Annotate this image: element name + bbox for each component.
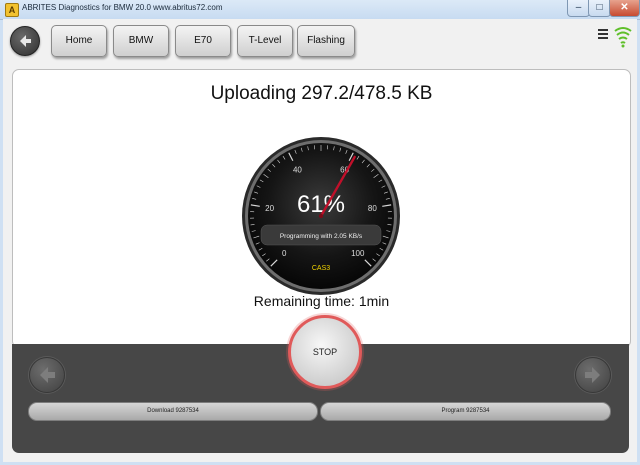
app-logo-icon: A xyxy=(5,3,19,17)
programming-status-text: Programming with 2.05 KB/s xyxy=(280,233,363,240)
nav-bmw-button[interactable]: BMW xyxy=(113,25,169,57)
stop-button[interactable]: STOP xyxy=(288,315,362,389)
arrow-left-icon xyxy=(20,35,31,47)
minimize-button[interactable]: – xyxy=(567,0,590,17)
gauge-tick-label: 40 xyxy=(293,166,302,175)
toolbar: Home BMW E70 T-Level Flashing xyxy=(3,19,637,69)
module-label: CAS3 xyxy=(312,265,330,272)
signal-icon xyxy=(614,27,632,48)
menu-icon[interactable] xyxy=(598,29,608,39)
arrow-right-icon xyxy=(585,367,600,383)
remaining-time-label: Remaining time: 1min xyxy=(253,293,390,309)
nav-flashing-button[interactable]: Flashing xyxy=(297,25,355,57)
back-button[interactable] xyxy=(10,26,40,56)
next-button[interactable] xyxy=(575,357,611,393)
nav-home-button[interactable]: Home xyxy=(51,25,107,57)
maximize-button[interactable]: □ xyxy=(588,0,611,17)
window-titlebar: A ABRITES Diagnostics for BMW 20.0 www.a… xyxy=(0,0,640,20)
gauge-tick-label: 100 xyxy=(351,249,365,258)
gauge-hub xyxy=(318,213,324,219)
nav-tlevel-button[interactable]: T-Level xyxy=(237,25,293,57)
program-button[interactable]: Program 9287534 xyxy=(320,402,611,421)
gauge-tick-label: 80 xyxy=(368,204,377,213)
nav-e70-button[interactable]: E70 xyxy=(175,25,231,57)
progress-panel: Uploading 297.2/478.5 KB 0 20 40 60 80 100 61… xyxy=(12,69,631,348)
app-area: Home BMW E70 T-Level Flashing Uploading … xyxy=(3,19,637,462)
window-title: ABRITES Diagnostics for BMW 20.0 www.abr… xyxy=(22,3,223,12)
arrow-left-icon xyxy=(40,367,55,383)
upload-progress-title: Uploading 297.2/478.5 KB xyxy=(210,83,433,104)
previous-button[interactable] xyxy=(29,357,65,393)
download-button[interactable]: Download 9287534 xyxy=(28,402,318,421)
close-button[interactable]: ✕ xyxy=(609,0,640,17)
gauge-tick-label: 20 xyxy=(265,204,274,213)
progress-gauge: 02040 6080100 61% Programming with 2.05 K… xyxy=(242,137,400,295)
gauge-tick-label: 0 xyxy=(282,249,287,258)
